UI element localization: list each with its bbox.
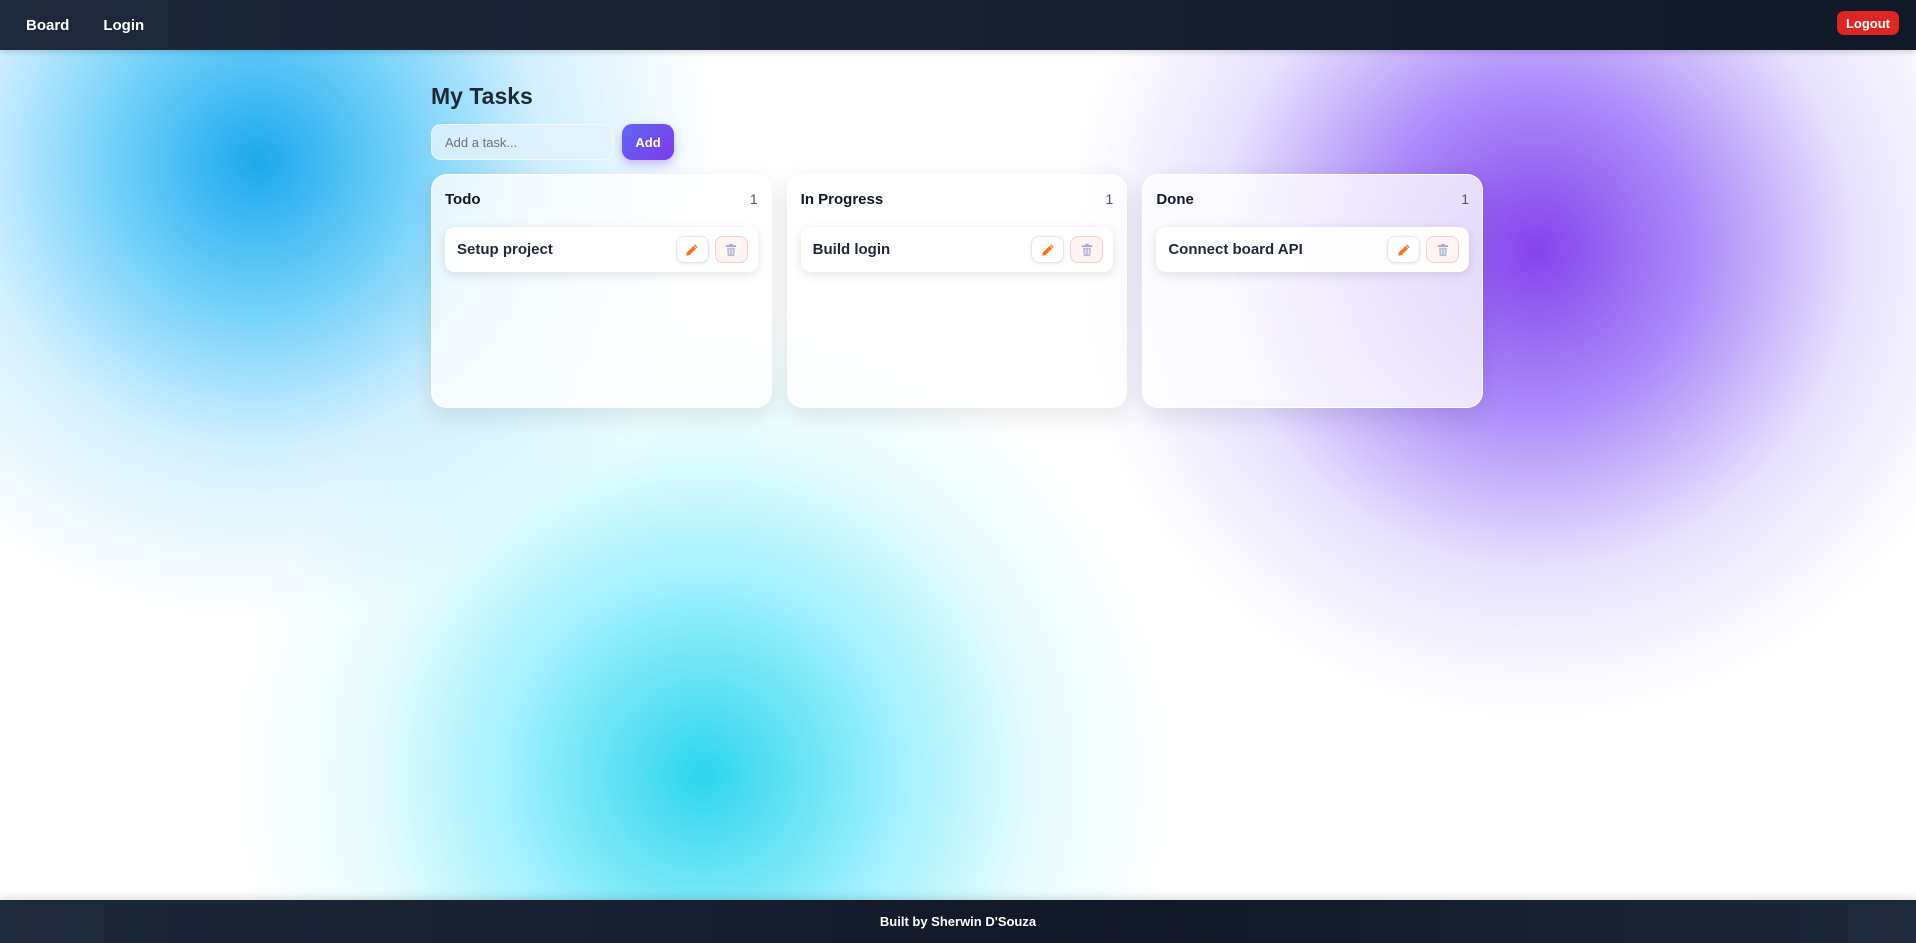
trash-icon [1437, 243, 1448, 256]
add-task-row: Add [431, 124, 1483, 160]
edit-task-button[interactable] [1031, 236, 1065, 263]
edit-task-button[interactable] [1387, 236, 1421, 263]
column-header: In Progress 1 [801, 189, 1114, 209]
add-task-button[interactable]: Add [622, 124, 674, 160]
logout-button[interactable]: Logout [1836, 11, 1899, 35]
column-title: In Progress [800, 190, 884, 208]
delete-task-button[interactable] [1426, 236, 1460, 263]
task-actions [675, 236, 748, 263]
column-header: Done 1 [1156, 189, 1469, 209]
pencil-icon [686, 243, 698, 256]
delete-task-button[interactable] [714, 236, 748, 263]
column-count: 1 [1461, 191, 1470, 207]
column-todo: Todo 1 Setup project [431, 174, 772, 408]
navbar: Board Login Logout [0, 0, 1916, 50]
task-card[interactable]: Build login [800, 227, 1114, 272]
nav-link-board[interactable]: Board [26, 17, 69, 34]
column-title: Todo [445, 190, 481, 208]
edit-task-button[interactable] [675, 236, 709, 263]
nav-link-login[interactable]: Login [103, 17, 144, 34]
task-title: Connect board API [1168, 241, 1303, 258]
trash-icon [1081, 243, 1093, 256]
task-input[interactable] [431, 124, 613, 160]
task-title: Build login [812, 241, 891, 258]
main-content: My Tasks Add Todo 1 Setup project [431, 50, 1484, 408]
column-count: 1 [1105, 191, 1114, 207]
page-title: My Tasks [431, 83, 533, 109]
column-count: 1 [749, 191, 758, 207]
delete-task-button[interactable] [1070, 236, 1104, 263]
column-header: Todo 1 [445, 189, 758, 209]
column-done: Done 1 Connect board API [1142, 174, 1484, 408]
task-card[interactable]: Setup project [445, 227, 758, 272]
task-title: Setup project [457, 241, 553, 258]
task-card[interactable]: Connect board API [1156, 227, 1470, 272]
footer-credit: Built by Sherwin D'Souza [879, 914, 1037, 929]
pencil-icon [1397, 243, 1410, 256]
task-actions [1387, 236, 1460, 263]
footer: Built by Sherwin D'Souza [0, 900, 1916, 943]
column-title: Done [1156, 190, 1194, 208]
pencil-icon [1042, 243, 1054, 256]
task-actions [1031, 236, 1104, 263]
trash-icon [725, 243, 737, 256]
column-in-progress: In Progress 1 Build login [786, 174, 1128, 408]
board-columns: Todo 1 Setup project In Progress 1 Build… [431, 174, 1484, 408]
